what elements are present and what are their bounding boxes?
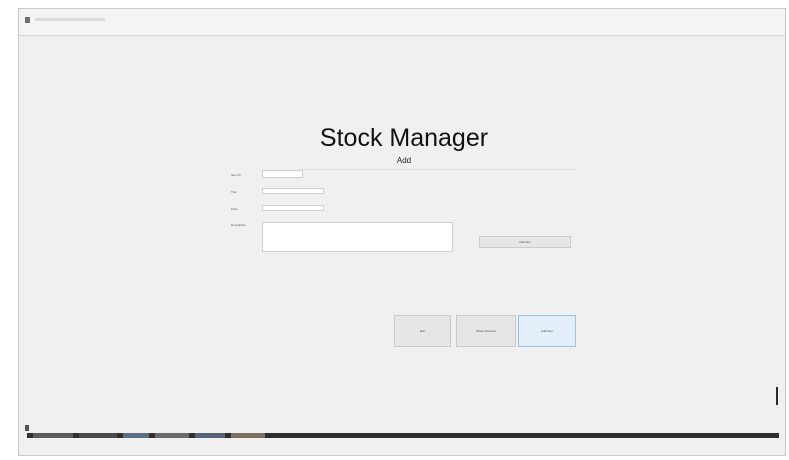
- description-label: Description: [231, 223, 247, 227]
- title-input[interactable]: [262, 188, 324, 194]
- exit-button-label: Exit: [419, 329, 425, 333]
- application-window: Stock Manager Add Item ID Title Price De…: [18, 8, 786, 456]
- resize-grip[interactable]: [776, 387, 778, 405]
- taskbar-item[interactable]: [195, 433, 225, 438]
- taskbar-item[interactable]: [33, 433, 73, 438]
- description-textarea[interactable]: [262, 222, 453, 252]
- taskbar-item[interactable]: [123, 433, 149, 438]
- item-id-label: Item ID: [231, 173, 241, 177]
- show-all-items-button[interactable]: Show All Items: [456, 315, 516, 347]
- page-title: Stock Manager: [319, 124, 489, 152]
- add-item-button-label: Add Item: [540, 329, 553, 333]
- taskbar-item[interactable]: [155, 433, 189, 438]
- corner-marker: [25, 425, 29, 431]
- app-icon: [25, 17, 30, 23]
- page-subtitle: Add: [396, 156, 412, 165]
- item-id-input[interactable]: [262, 170, 303, 178]
- add-item-button[interactable]: Add Item: [518, 315, 576, 347]
- show-all-items-button-label: Show All Items: [476, 329, 496, 333]
- add-item-side-button-label: Add Item: [518, 240, 531, 244]
- window-titlebar[interactable]: [19, 9, 785, 36]
- taskbar: [27, 433, 779, 438]
- taskbar-item[interactable]: [231, 433, 265, 438]
- add-item-side-button[interactable]: Add Item: [479, 236, 571, 248]
- title-divider: [299, 169, 577, 170]
- price-label: Price: [231, 207, 238, 211]
- taskbar-item[interactable]: [79, 433, 117, 438]
- price-input[interactable]: [262, 205, 324, 211]
- exit-button[interactable]: Exit: [394, 315, 451, 347]
- window-title: [35, 18, 105, 21]
- title-label: Title: [231, 190, 237, 194]
